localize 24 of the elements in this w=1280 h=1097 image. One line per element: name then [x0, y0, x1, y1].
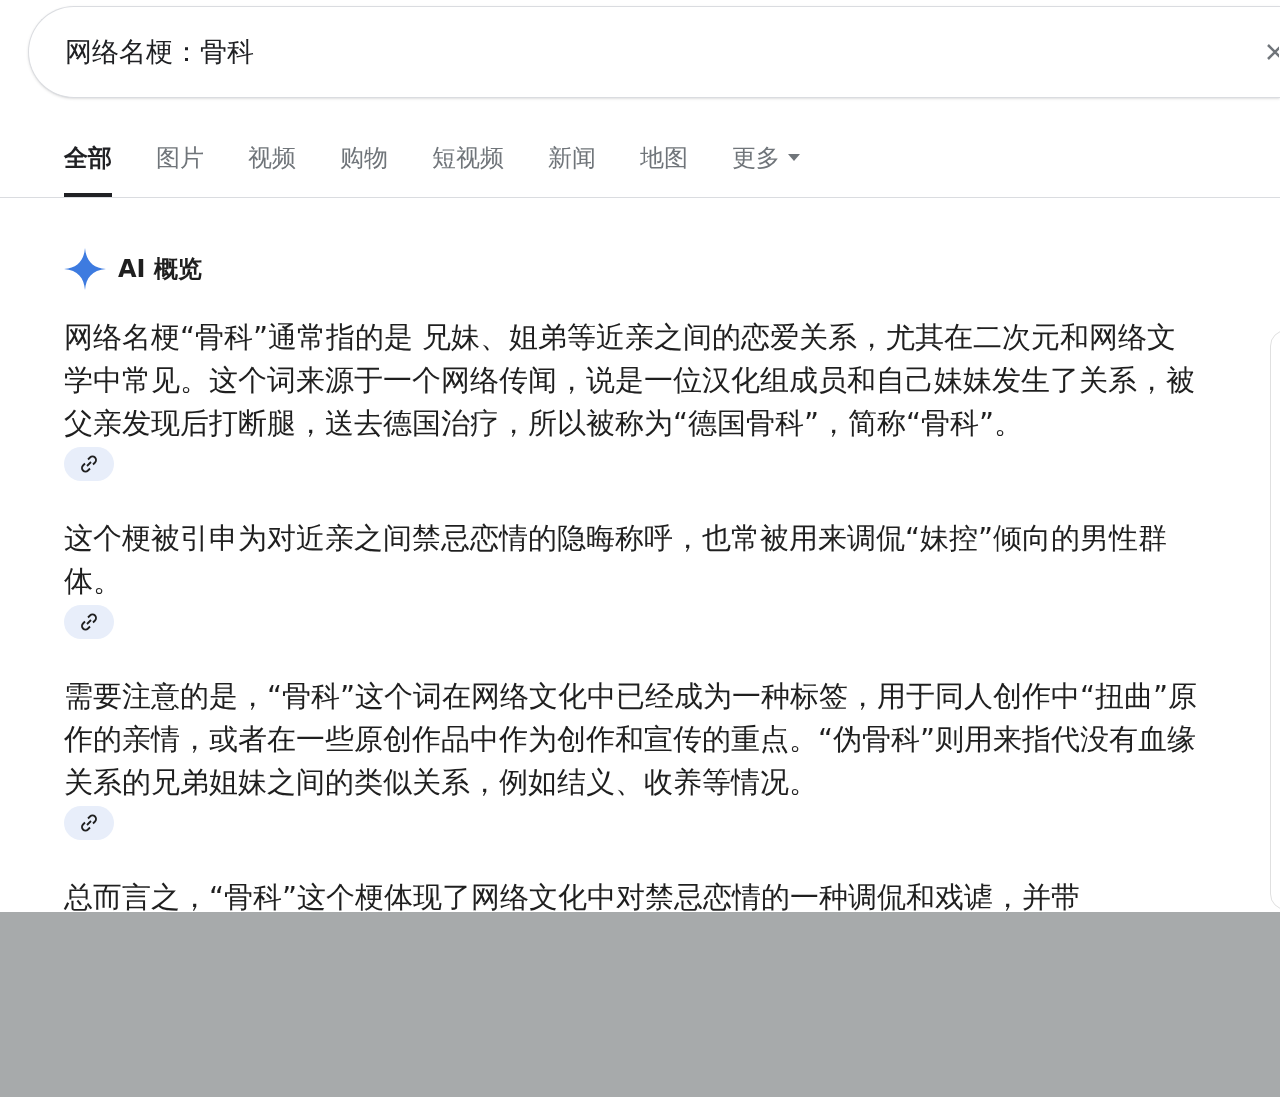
tab[interactable]: 新闻: [548, 122, 596, 197]
search-input[interactable]: 网络名梗：骨科: [65, 31, 1165, 73]
tab[interactable]: 购物: [340, 122, 388, 197]
section-title: AI 概览: [118, 254, 202, 285]
paragraph: 总而言之，“骨科”这个梗体现了网络文化中对禁忌恋情的一种调侃和戏谑，并带: [64, 879, 1082, 916]
close-icon[interactable]: [1265, 42, 1279, 62]
paragraph: 需要注意的是，“骨科”这个词在网络文化中已经成为一种标签，用于同人创作中“扭曲”原作的亲情，或者在一些原创作品中作为创作和宣传的重点。“伪骨科”则用来指代没有血缘关系的兄弟姐妹之间的类似关系，例如结义、收养等情况。: [64, 678, 1199, 801]
paragraph: 网络名梗“骨科”通常指的是 兄妹、姐弟等近亲之间的恋爱关系，尤其在二次元和网络文学中常见。这个词来源于一个网络传闻，说是一位汉化组成员和自己妹妹发生了关系，被父亲发现后打断腿，送去德国治疗，所以被称为“德国骨科”，简称“骨科”。: [64, 319, 1196, 442]
caret-icon: [788, 154, 800, 161]
link-icon: [80, 814, 98, 832]
tab[interactable]: 图片: [156, 122, 204, 197]
link-icon: [80, 613, 98, 631]
paragraph: 这个梗被引申为对近亲之间禁忌恋情的隐晦称呼，也常被用来调侃“妹控”倾向的男性群体。: [64, 520, 1169, 600]
search-field[interactable]: 网络名梗：骨科: [28, 6, 1280, 98]
tab[interactable]: 短视频: [432, 122, 504, 197]
link-chip[interactable]: [64, 806, 114, 840]
tab[interactable]: 全部: [64, 122, 112, 197]
link-chip[interactable]: [64, 605, 114, 639]
link-icon: [80, 455, 98, 473]
tab[interactable]: 地图: [640, 122, 688, 197]
tab[interactable]: 更多: [732, 122, 800, 197]
tab[interactable]: 视频: [248, 122, 296, 197]
sparkle-icon: [64, 248, 106, 290]
link-chip[interactable]: [64, 447, 114, 481]
